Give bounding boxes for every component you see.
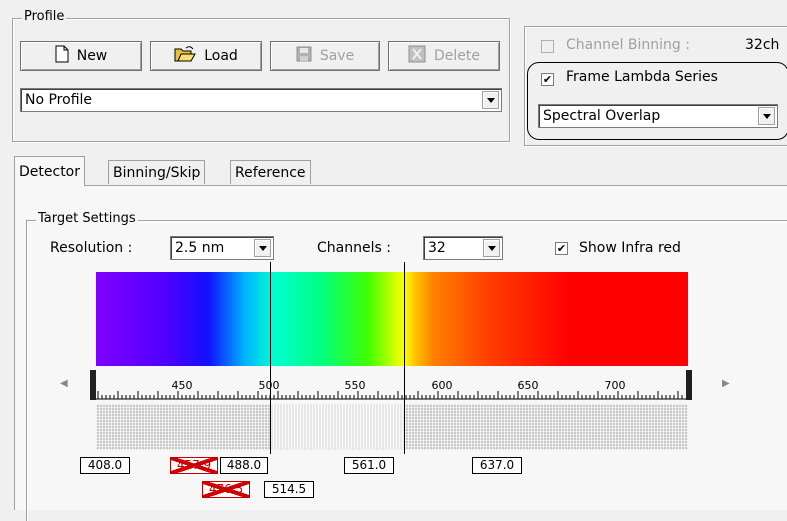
laser-line-561[interactable]: 561.0 (344, 457, 394, 474)
tab-detector[interactable]: Detector (14, 156, 86, 186)
chevron-down-icon[interactable] (254, 239, 271, 257)
ruler-ticks (97, 391, 683, 399)
tab-detector-label: Detector (19, 163, 81, 180)
ruler-label: 550 (345, 379, 366, 392)
channels-select-value: 32 (428, 240, 446, 256)
show-infrared-checkbox[interactable]: ✔ (555, 242, 568, 255)
tab-reference[interactable]: Reference (230, 160, 311, 184)
new-button-label: New (76, 48, 108, 64)
ruler-svg: 450 500 550 600 650 700 (90, 370, 692, 400)
mode-select-value: Spectral Overlap (543, 108, 661, 124)
target-settings-legend: Target Settings (36, 211, 138, 226)
frame-lambda-label: Frame Lambda Series (566, 69, 718, 85)
chevron-down-icon[interactable] (483, 239, 500, 257)
load-button-label: Load (204, 48, 238, 64)
tab-binning-skip[interactable]: Binning/Skip (108, 160, 206, 184)
laser-line-457-disabled[interactable]: 457.9 (170, 457, 218, 474)
save-profile-button[interactable]: Save (270, 41, 380, 71)
resolution-select[interactable]: 2.5 nm (170, 236, 274, 260)
tab-binning-label: Binning/Skip (113, 164, 201, 181)
frame-lambda-checkbox[interactable]: ✔ (541, 73, 554, 86)
ruler-label: 500 (259, 379, 280, 392)
range-cursor-end[interactable] (404, 262, 405, 454)
laser-line-637[interactable]: 637.0 (472, 457, 522, 474)
spectrum-bar (96, 272, 688, 366)
range-cursor-start[interactable] (270, 262, 271, 454)
load-profile-button[interactable]: Load (150, 41, 262, 71)
laser-line-408[interactable]: 408.0 (80, 457, 130, 474)
resolution-label: Resolution : (50, 240, 133, 256)
floppy-disk-icon (296, 46, 312, 66)
delete-profile-button[interactable]: Delete (388, 41, 500, 71)
save-button-label: Save (319, 48, 355, 64)
scroll-left-icon[interactable]: ◀ (60, 378, 68, 389)
new-profile-button[interactable]: New (20, 41, 142, 71)
channel-binning-label: Channel Binning : (566, 37, 690, 53)
ruler-label: 600 (432, 379, 453, 392)
scroll-right-icon[interactable]: ▶ (722, 378, 730, 389)
channel-binning-value: 32ch (745, 37, 780, 53)
channel-binning-checkbox[interactable] (541, 40, 554, 53)
channels-label: Channels : (317, 240, 391, 256)
ruler-label: 650 (518, 379, 539, 392)
ruler-label: 700 (605, 379, 626, 392)
mode-select[interactable]: Spectral Overlap (538, 104, 778, 128)
tab-reference-label: Reference (235, 164, 306, 181)
ruler-label: 450 (172, 379, 193, 392)
open-folder-icon (174, 45, 197, 67)
delete-icon (408, 45, 426, 67)
profile-select-value: No Profile (25, 92, 93, 108)
laser-line-488[interactable]: 488.0 (220, 457, 268, 474)
chevron-down-icon[interactable] (482, 91, 499, 109)
profile-legend: Profile (22, 9, 67, 24)
chevron-down-icon[interactable] (758, 107, 775, 125)
laser-line-476-disabled[interactable]: 476.5 (202, 481, 250, 498)
new-document-icon (55, 45, 69, 67)
channels-select[interactable]: 32 (423, 236, 503, 260)
laser-line-514[interactable]: 514.5 (264, 481, 314, 498)
delete-button-label: Delete (434, 48, 480, 64)
profile-select[interactable]: No Profile (20, 88, 502, 112)
wavelength-ruler[interactable]: 450 500 550 600 650 700 (90, 370, 692, 400)
profile-group (12, 18, 510, 142)
channel-grid-selected-region (270, 404, 404, 450)
show-infrared-label: Show Infra red (579, 240, 681, 256)
resolution-select-value: 2.5 nm (175, 240, 225, 256)
